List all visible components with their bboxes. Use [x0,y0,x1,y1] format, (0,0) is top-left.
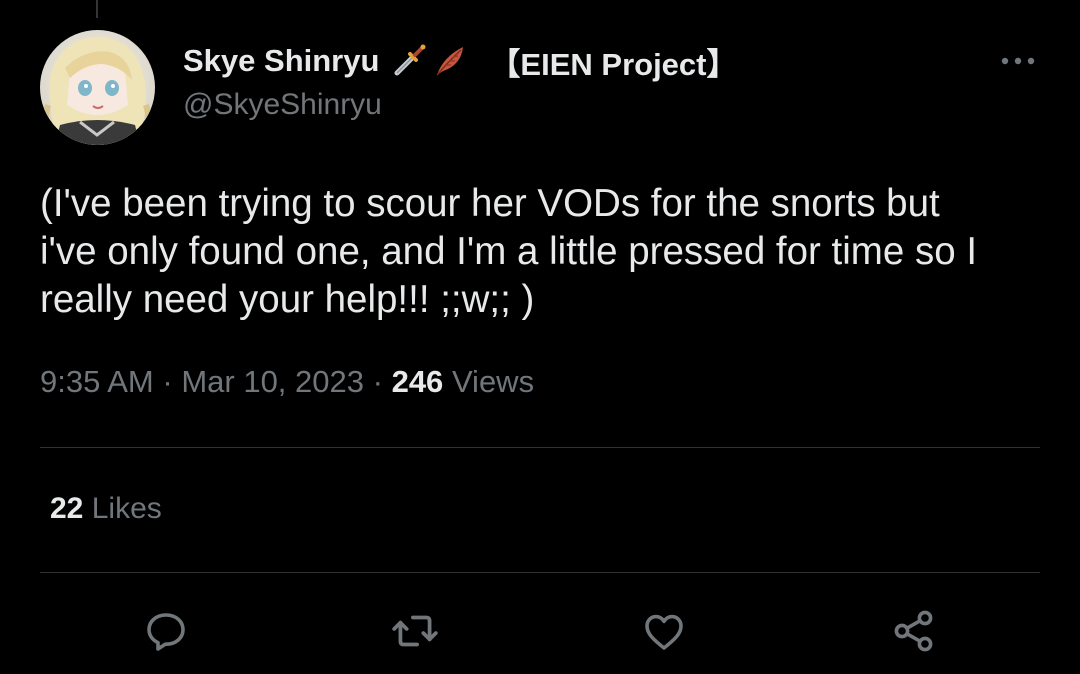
dagger-emoji-icon [391,43,427,79]
reply-button[interactable] [140,605,192,657]
share-icon [894,610,933,652]
tweet-detail: Skye Shinryu 【EIEN Project】 @SkyeShinryu [0,0,1080,674]
author-handle[interactable]: @SkyeShinryu [183,88,382,122]
meta-separator: · [372,364,383,399]
retweet-icon [392,615,438,647]
views-count: 246 [391,364,444,399]
likes-count: 22 [50,492,84,525]
more-dots-icon [1001,57,1035,65]
divider [40,572,1040,573]
meta-separator: · [162,364,173,399]
author-name-row[interactable]: Skye Shinryu 【EIEN Project】 [183,38,737,84]
divider [40,447,1040,448]
like-button[interactable] [638,605,690,657]
tweet-date[interactable]: Mar 10, 2023 [181,364,364,399]
heart-icon [645,614,683,650]
tweet-text: (I've been trying to scour her VODs for … [40,182,978,321]
avatar[interactable] [40,30,155,145]
views-label: Views [451,364,535,399]
more-options-button[interactable] [996,44,1040,78]
reply-icon [147,613,185,651]
retweet-button[interactable] [389,605,441,657]
likes-summary[interactable]: 22 Likes [50,492,162,526]
author-name-suffix[interactable]: 【EIEN Project】 [489,39,737,84]
share-button[interactable] [888,605,940,657]
likes-label: Likes [91,492,162,525]
tweet-time[interactable]: 9:35 AM [40,364,154,399]
feather-emoji-icon [431,43,467,79]
thread-connector-line [96,0,98,18]
tweet-metadata: 9:35 AM · Mar 10, 2023 · 246 Views [40,364,534,400]
author-display-name[interactable]: Skye Shinryu [183,43,379,79]
